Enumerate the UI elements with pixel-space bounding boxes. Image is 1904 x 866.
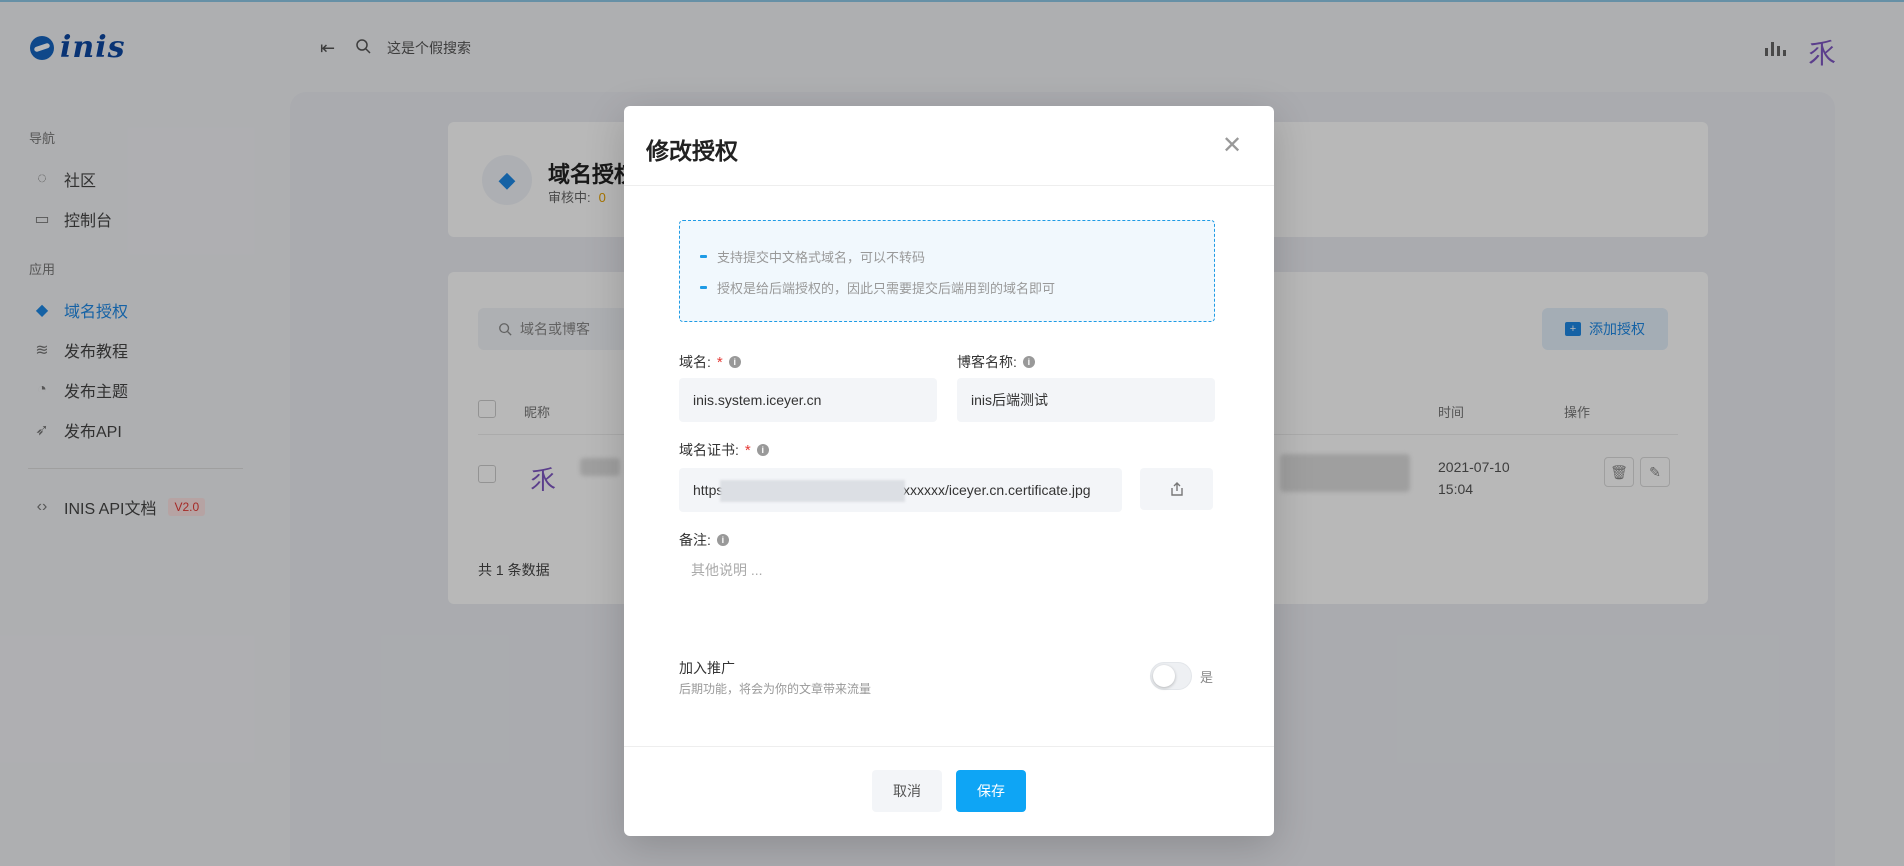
tips-box: 支持提交中文格式域名，可以不转码 授权是给后端授权的，因此只需要提交后端用到的域… bbox=[679, 220, 1215, 322]
modal-footer-divider bbox=[624, 746, 1274, 747]
promo-title: 加入推广 bbox=[679, 660, 735, 676]
promo-description: 后期功能，将会为你的文章带来流量 bbox=[679, 682, 872, 696]
blog-name-input[interactable] bbox=[957, 378, 1215, 422]
info-icon[interactable]: i bbox=[716, 534, 729, 546]
required-mark: * bbox=[744, 441, 751, 459]
bullet-icon bbox=[700, 255, 707, 258]
save-button[interactable]: 保存 bbox=[956, 770, 1026, 812]
info-icon[interactable]: i bbox=[756, 444, 769, 456]
modal-header: 修改授权 ✕ bbox=[624, 106, 1274, 186]
close-icon[interactable]: ✕ bbox=[1222, 134, 1242, 158]
modal-title: 修改授权 bbox=[646, 138, 738, 164]
upload-button[interactable] bbox=[1140, 468, 1213, 510]
promo-toggle-label: 是 bbox=[1200, 670, 1214, 685]
upload-icon bbox=[1170, 482, 1183, 496]
domain-label-group: 域名: * i bbox=[679, 352, 741, 372]
cert-label-group: 域名证书: * i bbox=[679, 440, 769, 460]
tip-item: 支持提交中文格式域名，可以不转码 bbox=[700, 241, 1214, 272]
info-icon[interactable]: i bbox=[728, 356, 741, 368]
cancel-button[interactable]: 取消 bbox=[872, 770, 942, 812]
bullet-icon bbox=[700, 286, 707, 289]
remark-label: 备注: bbox=[679, 532, 711, 548]
redacted-url-part bbox=[720, 480, 905, 502]
edit-auth-modal: 修改授权 ✕ 支持提交中文格式域名，可以不转码 授权是给后端授权的，因此只需要提… bbox=[624, 106, 1274, 836]
tip-text: 支持提交中文格式域名，可以不转码 bbox=[717, 250, 926, 265]
cert-label: 域名证书: bbox=[679, 442, 739, 458]
domain-label: 域名: bbox=[679, 354, 711, 370]
blog-name-label: 博客名称: bbox=[957, 354, 1017, 370]
tip-item: 授权是给后端授权的，因此只需要提交后端用到的域名即可 bbox=[700, 272, 1214, 303]
info-icon[interactable]: i bbox=[1022, 356, 1035, 368]
remark-textarea[interactable] bbox=[679, 552, 1215, 622]
domain-input[interactable] bbox=[679, 378, 937, 422]
blog-label-group: 博客名称: i bbox=[957, 352, 1035, 372]
required-mark: * bbox=[716, 353, 723, 371]
remark-label-group: 备注: i bbox=[679, 530, 729, 550]
tip-text: 授权是给后端授权的，因此只需要提交后端用到的域名即可 bbox=[717, 281, 1056, 296]
promo-toggle[interactable] bbox=[1150, 662, 1192, 690]
